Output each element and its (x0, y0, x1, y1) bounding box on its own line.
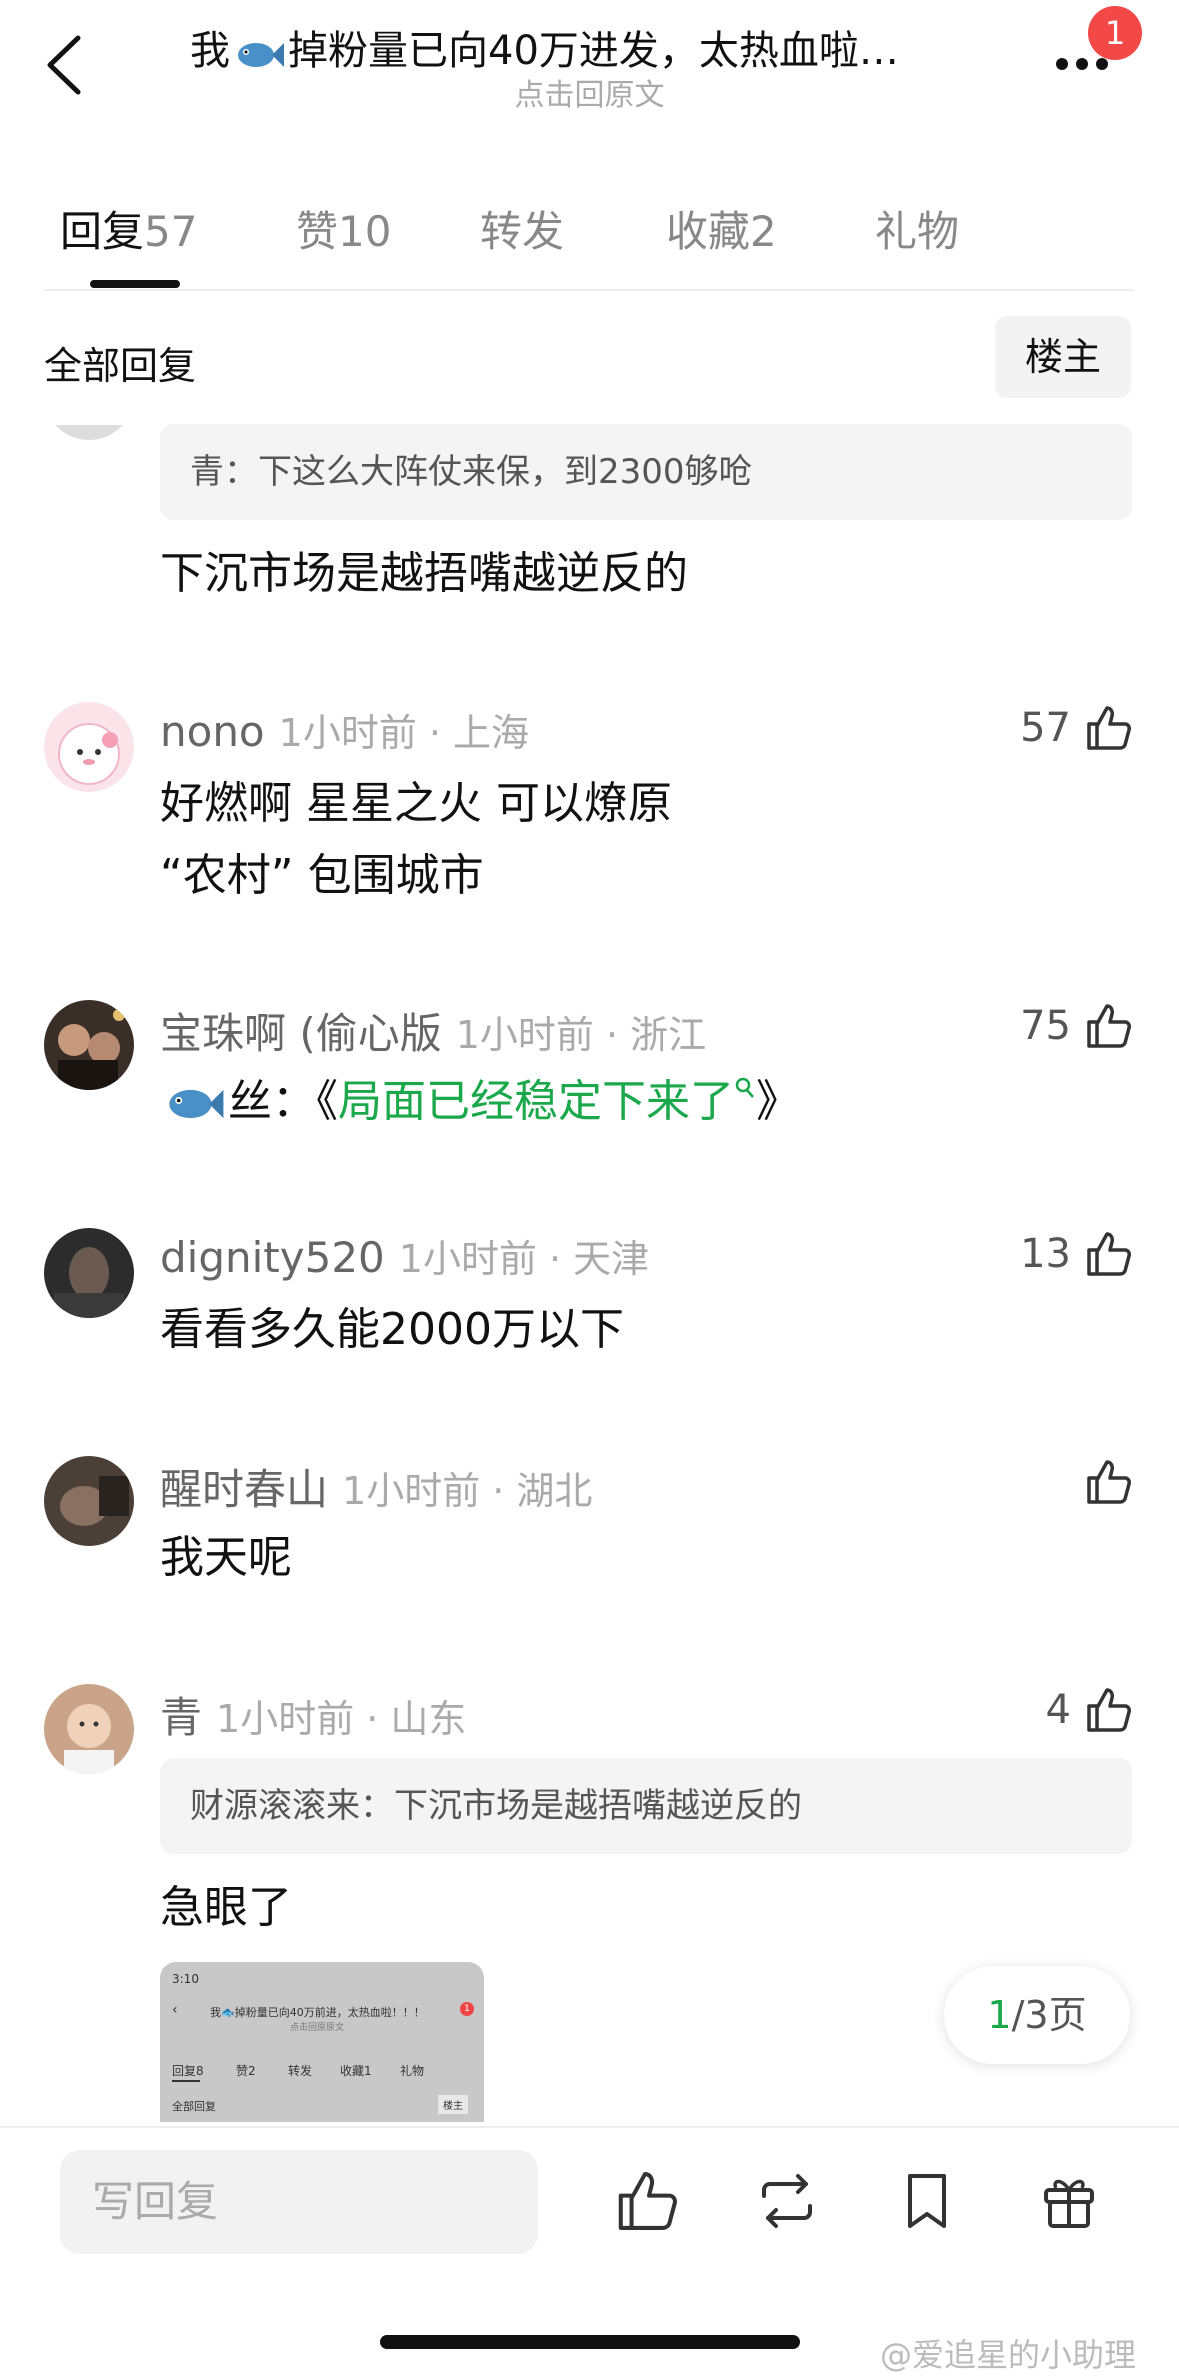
username[interactable]: 宝珠啊 (偷心版 (160, 1009, 442, 1058)
avatar[interactable] (44, 1684, 134, 1774)
notification-badge: 1 (1088, 6, 1142, 60)
avatar[interactable] (44, 702, 134, 792)
quoted-reply[interactable]: 财源滚滚来：下沉市场是越捂嘴越逆反的 (160, 1758, 1132, 1854)
timestamp-location: 1小时前 · 山东 (216, 1697, 467, 1741)
thumbs-up-icon (1087, 1688, 1131, 1732)
quoted-reply[interactable]: 青：下这么大阵仗来保，到2300够呛 (160, 424, 1132, 520)
thumb-tab-indicator (172, 2080, 200, 2082)
like-button[interactable]: 13 (1020, 1226, 1133, 1282)
thumb-badge: 1 (460, 2002, 474, 2016)
thumb-tab: 转发 (288, 2064, 313, 2078)
like-button[interactable]: 75 (1020, 998, 1133, 1054)
timestamp-location: 1小时前 · 湖北 (342, 1469, 593, 1513)
page-indicator[interactable]: 1/3页 (944, 1966, 1130, 2064)
timestamp-location: 1小时前 · 天津 (398, 1237, 650, 1281)
avatar[interactable] (44, 1000, 134, 1090)
fish-emoji-icon (164, 1074, 224, 1146)
thumbs-up-icon (1087, 1004, 1131, 1048)
username[interactable]: dignity520 (160, 1233, 385, 1282)
like-count: 4 (1045, 1687, 1071, 1733)
thumb-owner: 楼主 (438, 2095, 468, 2114)
gift-button[interactable] (1034, 2166, 1104, 2236)
like-post-button[interactable] (610, 2166, 680, 2236)
comment-meta: 醒时春山 1小时前 · 湖北 (160, 1456, 592, 1517)
like-count: 13 (1020, 1231, 1071, 1277)
comment-text[interactable]: 丝：《局面已经稳定下来了》 (160, 1066, 800, 1146)
reply-input[interactable]: 写回复 (60, 2150, 538, 2254)
username[interactable]: nono (160, 707, 265, 756)
thumb-subtitle: 点击回原原文 (290, 2023, 345, 2033)
like-button[interactable] (1071, 1454, 1133, 1510)
comment-meta: 青 1小时前 · 山东 (160, 1684, 466, 1745)
repost-button[interactable] (752, 2166, 822, 2236)
divider (0, 2126, 1179, 2128)
comment-text[interactable]: 看看多久能2000万以下 (160, 1294, 624, 1366)
thumb-back-icon: ‹ (172, 2002, 178, 2018)
thumb-tab: 回复8 (172, 2064, 204, 2078)
thumbs-up-icon (1087, 1460, 1131, 1504)
like-button[interactable]: 57 (1020, 700, 1133, 756)
thumb-title: 我🐟掉粉量已向40万前进，太热血啦！！！ (210, 2006, 425, 2019)
thumb-status-time: 3:10 (172, 1972, 199, 1986)
tab-likes[interactable]: 赞10 (296, 198, 391, 259)
watermark: @爱追星的小助理 (880, 2336, 1137, 2374)
bookmark-button[interactable] (892, 2166, 962, 2236)
tab-replies[interactable]: 回复57 (60, 198, 197, 259)
attached-image[interactable]: 3:10 我🐟掉粉量已向40万前进，太热血啦！！！ 点击回原原文 ‹ 1 回复8… (160, 1962, 484, 2122)
topic-link[interactable]: 局面已经稳定下来了 (338, 1076, 734, 1127)
tab-reposts[interactable]: 转发 (480, 198, 564, 259)
like-button[interactable]: 4 (1046, 1682, 1133, 1738)
username[interactable]: 青 (160, 1693, 202, 1742)
like-count: 75 (1020, 1003, 1071, 1049)
tab-favorites[interactable]: 收藏2 (666, 198, 777, 259)
comment-text[interactable]: “农村” 包围城市 (160, 840, 484, 912)
active-tab-indicator (90, 280, 180, 288)
thumbs-up-icon (1087, 1232, 1131, 1276)
avatar[interactable] (44, 1456, 134, 1546)
timestamp-location: 1小时前 · 浙江 (455, 1013, 707, 1057)
thumb-tab: 礼物 (400, 2064, 425, 2078)
username[interactable]: 醒时春山 (160, 1465, 328, 1514)
search-icon (735, 1077, 754, 1098)
comment-meta: nono 1小时前 · 上海 (160, 702, 529, 757)
comment-meta: dignity520 1小时前 · 天津 (160, 1228, 649, 1283)
divider (44, 289, 1134, 291)
gift-icon (1044, 2179, 1094, 2228)
owner-only-button[interactable]: 楼主 (995, 316, 1131, 398)
thumbs-up-icon (1087, 706, 1131, 750)
thumbs-up-icon (618, 2172, 677, 2230)
back-to-original-link[interactable]: 点击回原文 (0, 70, 1179, 114)
comment-text[interactable]: 下沉市场是越捂嘴越逆反的 (160, 538, 688, 610)
comment-text[interactable]: 我天呢 (160, 1522, 292, 1594)
home-indicator[interactable] (380, 2335, 800, 2349)
bookmark-icon (908, 2174, 946, 2228)
comment-text[interactable]: 急眼了 (160, 1872, 292, 1944)
all-replies-label[interactable]: 全部回复 (44, 335, 196, 390)
repost-icon (762, 2174, 812, 2228)
thumb-all-replies: 全部回复 (172, 2100, 216, 2113)
like-count: 57 (1020, 705, 1071, 751)
timestamp-location: 1小时前 · 上海 (278, 711, 530, 755)
comment-meta: 宝珠啊 (偷心版 1小时前 · 浙江 (160, 1000, 706, 1061)
thumb-tab: 赞2 (236, 2064, 256, 2078)
avatar[interactable] (44, 1228, 134, 1318)
thumb-tab: 收藏1 (340, 2064, 372, 2078)
comment-text[interactable]: 好燃啊 星星之火 可以燎原 (160, 768, 672, 840)
tab-gifts[interactable]: 礼物 (875, 198, 959, 259)
